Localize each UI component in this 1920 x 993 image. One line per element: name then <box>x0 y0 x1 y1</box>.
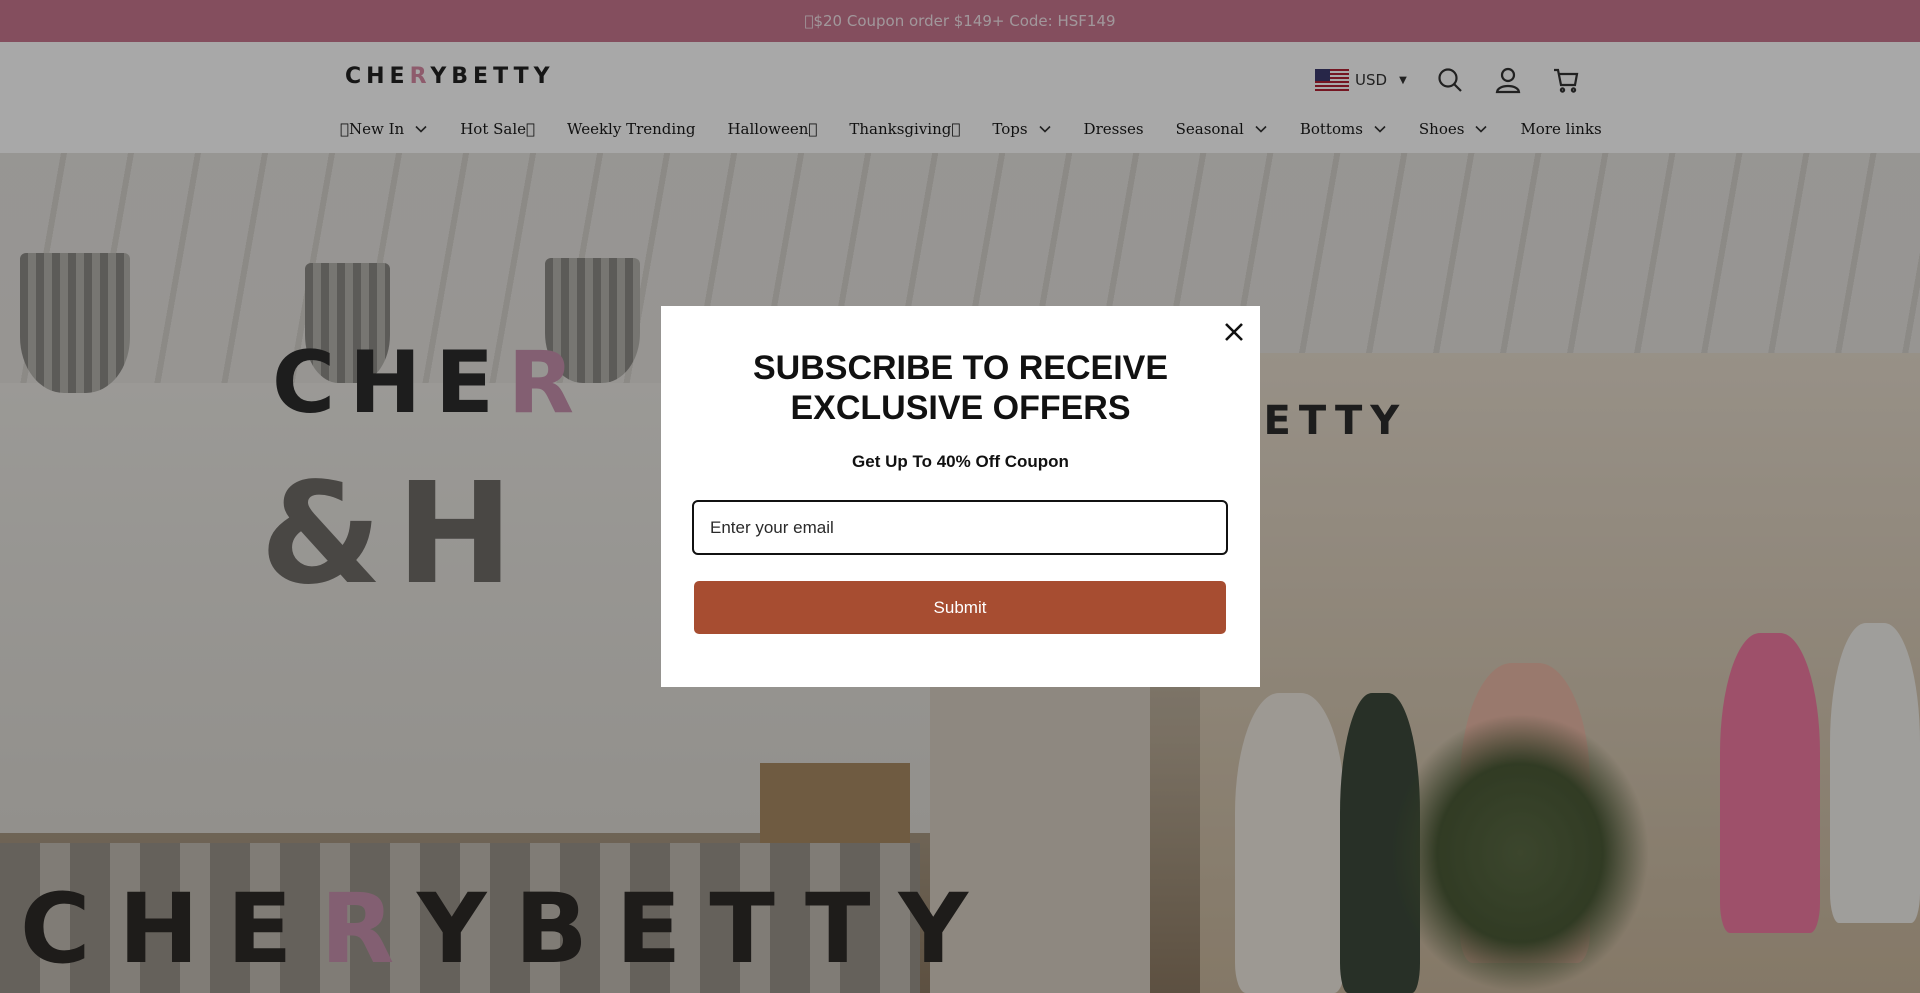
email-input[interactable] <box>692 500 1228 555</box>
modal-subtitle: Get Up To 40% Off Coupon <box>852 452 1069 471</box>
modal-title: SUBSCRIBE TO RECEIVE EXCLUSIVE OFFERS <box>661 348 1260 428</box>
modal-title-line-2: EXCLUSIVE OFFERS <box>790 389 1131 427</box>
modal-title-line-1: SUBSCRIBE TO RECEIVE <box>752 349 1168 387</box>
close-icon[interactable] <box>1220 318 1248 346</box>
submit-button[interactable]: Submit <box>694 581 1226 634</box>
subscribe-modal: SUBSCRIBE TO RECEIVE EXCLUSIVE OFFERS Ge… <box>661 306 1260 687</box>
